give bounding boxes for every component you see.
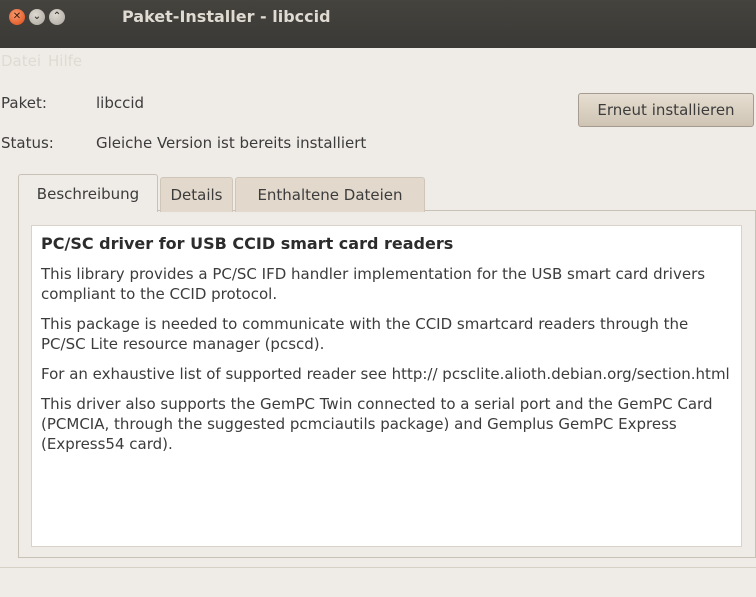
- description-paragraph: For an exhaustive list of supported read…: [41, 365, 730, 383]
- menu-hilfe[interactable]: Hilfe: [45, 52, 86, 76]
- description-view[interactable]: PC/SC driver for USB CCID smart card rea…: [31, 225, 742, 547]
- description-paragraph: This package is needed to communicate wi…: [41, 315, 689, 353]
- reinstall-button[interactable]: Erneut installieren: [578, 93, 754, 127]
- status-label: Status:: [1, 134, 54, 152]
- window-title: Paket-Installer - libccid: [122, 7, 331, 26]
- description-paragraph: This driver also supports the GemPC Twin…: [41, 395, 713, 453]
- tab-details[interactable]: Details: [160, 177, 233, 212]
- title-bar: ✕ ⌄ ⌃ Paket-Installer - libccid Datei Hi…: [0, 0, 756, 70]
- minimize-icon[interactable]: ⌄: [29, 9, 45, 25]
- package-name: libccid: [96, 94, 145, 112]
- tab-beschreibung[interactable]: Beschreibung: [18, 174, 158, 212]
- status-bar: [0, 567, 756, 597]
- description-paragraph: This library provides a PC/SC IFD handle…: [41, 265, 706, 303]
- package-label: Paket:: [1, 94, 47, 112]
- tab-enthaltene-dateien[interactable]: Enthaltene Dateien: [235, 177, 425, 212]
- description-title: PC/SC driver for USB CCID smart card rea…: [41, 234, 454, 253]
- close-icon[interactable]: ✕: [9, 9, 25, 25]
- menu-bar: Datei Hilfe: [0, 52, 86, 76]
- status-value: Gleiche Version ist bereits installiert: [96, 134, 367, 152]
- maximize-icon[interactable]: ⌃: [49, 9, 65, 25]
- menu-datei[interactable]: Datei: [0, 52, 45, 76]
